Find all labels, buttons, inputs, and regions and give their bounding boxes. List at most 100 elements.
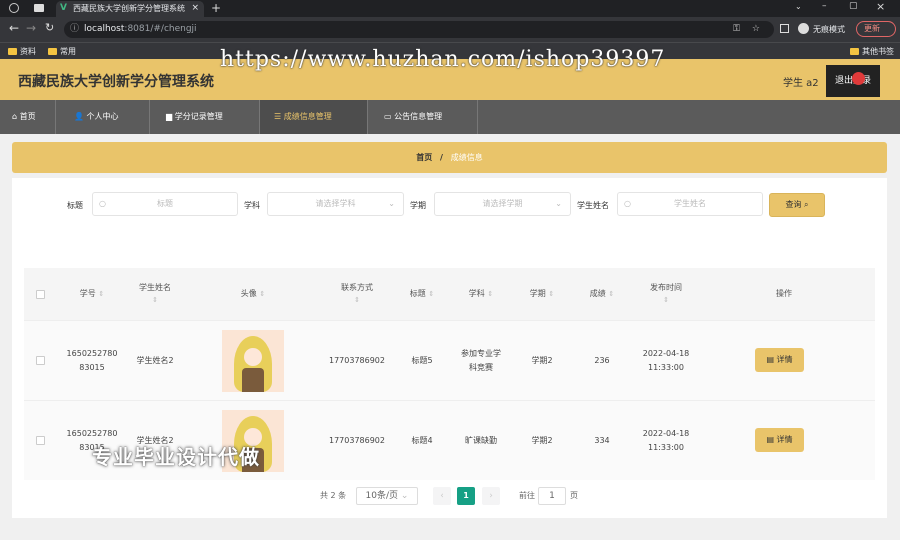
bookmark-folder-1[interactable]: 资料 xyxy=(8,46,36,57)
info-icon: ⓘ xyxy=(70,24,80,34)
cell-subject: 旷课缺勤 xyxy=(465,436,497,445)
chevron-down-icon: ⌄ xyxy=(388,199,395,208)
breadcrumb-sep: / xyxy=(440,153,443,162)
url-host: localhost xyxy=(84,24,125,34)
pagination-total: 共 2 条 xyxy=(320,491,347,500)
briefcase-icon: ▆ xyxy=(166,112,175,121)
col-term[interactable]: 学期 ⇕ xyxy=(514,268,570,320)
bookmark-folder-2[interactable]: 常用 xyxy=(48,46,76,57)
col-phone[interactable]: 联系方式 ⇕ xyxy=(318,268,396,320)
select-all-checkbox[interactable] xyxy=(36,290,45,299)
home-icon: ⌂ xyxy=(12,112,20,121)
col-score[interactable]: 成绩 ⇕ xyxy=(570,268,634,320)
prev-page-button[interactable]: ‹ xyxy=(433,487,451,505)
next-page-button[interactable]: › xyxy=(482,487,500,505)
doc-icon: ▤ xyxy=(766,355,777,364)
chevron-down-icon: ⌄ xyxy=(400,491,409,501)
col-id[interactable]: 学号 ⇕ xyxy=(62,268,122,320)
cell-phone: 17703786902 xyxy=(329,436,385,445)
row-checkbox[interactable] xyxy=(36,356,45,365)
vue-icon: V xyxy=(60,3,67,13)
close-window-icon[interactable]: × xyxy=(876,0,885,13)
query-button[interactable]: 查询 ⌕ xyxy=(769,193,825,217)
browser-tab-bar: V 西藏民族大学创新学分管理系统 × + ⌄ – ▢ × xyxy=(0,0,900,17)
col-subject[interactable]: 学科 ⇕ xyxy=(448,268,514,320)
incognito-icon xyxy=(798,23,809,34)
chevron-down-icon[interactable]: ⌄ xyxy=(795,2,802,11)
cell-time: 2022-04-18 11:33:00 xyxy=(642,429,690,452)
search-icon: ○ xyxy=(624,199,631,208)
address-bar-row: ← → ↻ ⓘ localhost:8081/#/chengji ⚿ ☆ 无痕模… xyxy=(0,17,900,42)
user-icon: 👤 xyxy=(74,112,87,121)
col-time[interactable]: 发布时间 ⇕ xyxy=(634,268,698,320)
page-unit-label: 页 xyxy=(570,491,578,500)
page-1-button[interactable]: 1 xyxy=(457,487,475,505)
browser-menu-icon[interactable] xyxy=(9,3,19,13)
goto-page-input[interactable]: 1 xyxy=(538,487,566,505)
cell-score: 334 xyxy=(594,436,610,445)
cell-id: 165025278083015 xyxy=(66,349,118,372)
nav-item-profile[interactable]: 👤 个人中心 xyxy=(56,100,150,134)
nav-item-home[interactable]: ⌂ 首页 xyxy=(0,100,56,134)
chevron-down-icon: ⌄ xyxy=(555,199,562,208)
app-title: 西藏民族大学创新学分管理系统 xyxy=(18,74,214,90)
watermark-url: https://www.huzhan.com/ishop39397 xyxy=(220,47,666,72)
student-avatar[interactable] xyxy=(222,330,284,392)
minimize-icon[interactable]: – xyxy=(822,1,827,11)
term-select[interactable]: 请选择学期 ⌄ xyxy=(434,192,571,216)
title-filter-label: 标题 xyxy=(67,201,83,210)
tab-title: 西藏民族大学创新学分管理系统 xyxy=(73,4,185,13)
update-button[interactable]: 更新 xyxy=(856,21,896,37)
forward-icon[interactable]: → xyxy=(26,21,36,35)
col-name[interactable]: 学生姓名 ⇕ xyxy=(122,268,188,320)
name-filter-label: 学生姓名 xyxy=(577,201,609,210)
cell-title: 标题4 xyxy=(411,436,433,445)
title-input[interactable]: ○ 标题 xyxy=(92,192,238,216)
browser-tab[interactable]: V 西藏民族大学创新学分管理系统 × xyxy=(56,1,204,17)
subject-select[interactable]: 请选择学科 ⌄ xyxy=(267,192,404,216)
breadcrumb-current: 成绩信息 xyxy=(450,153,483,162)
nav-item-scores[interactable]: ☰ 成绩信息管理 xyxy=(260,100,368,134)
breadcrumb-home[interactable]: 首页 xyxy=(416,153,432,162)
window-icon[interactable] xyxy=(34,4,44,12)
key-icon[interactable]: ⚿ xyxy=(733,21,740,38)
goto-label: 前往 xyxy=(519,491,535,500)
student-name-input[interactable]: ○ 学生姓名 xyxy=(617,192,763,216)
current-user: 学生 a2 xyxy=(783,78,819,89)
url-path: :8081/#/chengji xyxy=(124,24,197,34)
col-ops: 操作 xyxy=(776,289,792,298)
subject-filter-label: 学科 xyxy=(244,201,260,210)
page-size-select[interactable]: 10条/页 ⌄ xyxy=(356,487,418,505)
other-bookmarks[interactable]: 其他书签 xyxy=(850,46,894,57)
back-icon[interactable]: ← xyxy=(9,21,19,35)
cursor-icon xyxy=(852,72,865,85)
detail-button[interactable]: ▤ 详情 xyxy=(755,348,804,372)
col-title[interactable]: 标题 ⇕ xyxy=(396,268,448,320)
sidepanel-icon[interactable] xyxy=(780,24,789,33)
nav-item-notices[interactable]: ▭ 公告信息管理 xyxy=(368,100,478,134)
search-icon: ⌕ xyxy=(804,200,809,209)
maximize-icon[interactable]: ▢ xyxy=(849,1,858,11)
close-tab-icon[interactable]: × xyxy=(191,1,199,16)
nav-item-credits[interactable]: ▆ 学分记录管理 xyxy=(150,100,260,134)
main-nav: ⌂ 首页 👤 个人中心 ▆ 学分记录管理 ☰ 成绩信息管理 ▭ 公告信息管理 xyxy=(0,100,900,134)
incognito-label[interactable]: 无痕模式 xyxy=(813,24,845,35)
col-avatar[interactable]: 头像 ⇕ xyxy=(192,268,314,320)
cell-avatar xyxy=(192,321,314,401)
table-header: 学号 ⇕ 学生姓名 ⇕ 头像 ⇕ 联系方式 ⇕ 标题 ⇕ 学科 ⇕ 学期 ⇕ 成绩 … xyxy=(24,268,875,320)
table-row: 165025278083015 学生姓名2 17703786902 标题5 参加… xyxy=(24,320,875,400)
cell-score: 236 xyxy=(594,356,610,365)
search-icon: ○ xyxy=(99,199,106,208)
cell-phone: 17703786902 xyxy=(329,356,385,365)
star-icon[interactable]: ☆ xyxy=(752,21,760,38)
new-tab-icon[interactable]: + xyxy=(211,1,221,15)
list-icon: ☰ xyxy=(274,112,284,121)
detail-button[interactable]: ▤ 详情 xyxy=(755,428,804,452)
row-checkbox[interactable] xyxy=(36,436,45,445)
cell-term: 学期2 xyxy=(531,356,553,365)
breadcrumb: 首页 / 成绩信息 xyxy=(12,142,887,173)
chat-icon: ▭ xyxy=(384,112,395,121)
url-input[interactable]: ⓘ localhost:8081/#/chengji ⚿ ☆ xyxy=(64,21,774,38)
reload-icon[interactable]: ↻ xyxy=(45,21,54,34)
cell-title: 标题5 xyxy=(411,356,433,365)
